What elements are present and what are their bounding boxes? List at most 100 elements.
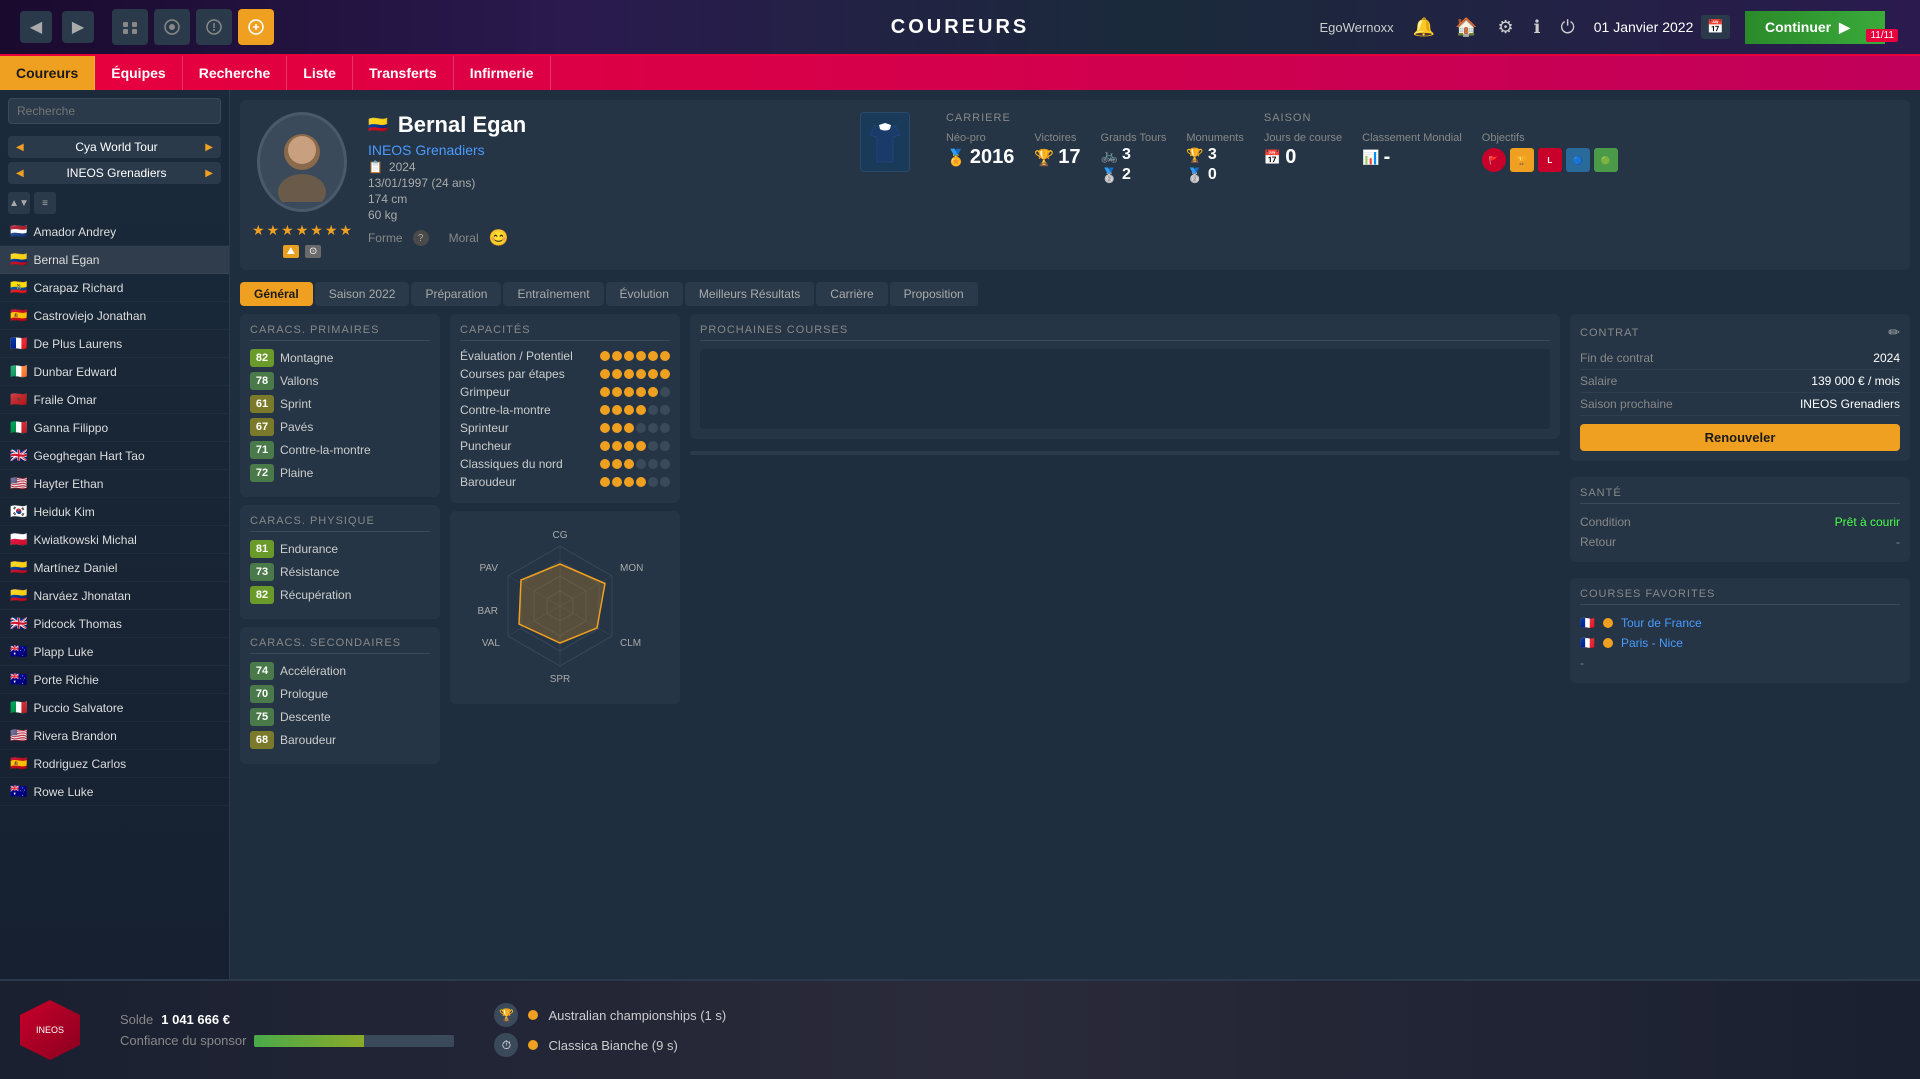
tab-infirmerie[interactable]: Infirmerie [454,56,551,90]
rider-item[interactable]: 🇦🇺Plapp Luke [0,638,229,666]
filter-ineos[interactable]: ◀ INEOS Grenadiers ▶ [8,162,221,184]
rider-item[interactable]: 🇨🇴Martínez Daniel [0,554,229,582]
stat-label: Endurance [280,542,338,556]
section-tab-général[interactable]: Général [240,282,313,306]
stat-row: 61Sprint [250,395,430,413]
tab-recherche[interactable]: Recherche [183,56,288,90]
section-tab-carrière[interactable]: Carrière [816,282,887,306]
team-link[interactable]: INEOS Grenadiers [368,142,844,158]
rider-item[interactable]: 🇰🇷Heiduk Kim [0,498,229,526]
section-tabs: GénéralSaison 2022PréparationEntraînemen… [240,282,1910,306]
dot-filled [612,459,622,469]
rider-item[interactable]: 🇨🇴Bernal Egan [0,246,229,274]
tab-coureurs[interactable]: Coureurs [0,56,95,90]
module-icon-1[interactable] [112,9,148,45]
rider-item[interactable]: 🇬🇧Pidcock Thomas [0,610,229,638]
calendar-icon[interactable]: 📅 [1701,15,1730,39]
classement-stat: Classement Mondial 📊 - [1362,132,1462,172]
rider-flag: 🇪🇨 [10,279,27,296]
stat-row: 71Contre-la-montre [250,441,430,459]
radar-chart: CG MON CLM SPR VAL PAV BAR [460,521,660,691]
section-tab-entraînement[interactable]: Entraînement [503,282,603,306]
sidebar: ◀ Cya World Tour ▶ ◀ INEOS Grenadiers ▶ … [0,90,230,979]
section-tab-préparation[interactable]: Préparation [411,282,501,306]
rider-item[interactable]: 🇪🇸Castroviejo Jonathan [0,302,229,330]
continue-button[interactable]: Continuer ▶ [1745,11,1885,44]
radar-section: CG MON CLM SPR VAL PAV BAR [450,511,680,704]
filter-arrow-right: ▶ [205,142,213,153]
rider-item[interactable]: 🇳🇱Amador Andrey [0,218,229,246]
dot-empty [648,477,658,487]
home-icon[interactable]: 🏠 [1451,13,1481,42]
renew-button[interactable]: Renouveler [1580,424,1900,451]
cap-row: Puncheur [460,439,670,453]
dot-filled [600,369,610,379]
rider-item[interactable]: 🇺🇸Rivera Brandon [0,722,229,750]
neopro-stat: Néo-pro 🏅 2016 [946,132,1014,184]
race-result-row: ⏱ Classica Bianche (9 s) [494,1033,1900,1057]
module-icon-4[interactable] [238,9,274,45]
sort-icon-1[interactable]: ▲▼ [8,192,30,214]
tab-equipes[interactable]: Équipes [95,56,182,90]
jours-stat: Jours de course 📅 0 [1264,132,1342,172]
tab-transferts[interactable]: Transferts [353,56,454,90]
stat-row: 67Pavés [250,418,430,436]
filter-cya-world-tour[interactable]: ◀ Cya World Tour ▶ [8,136,221,158]
contract-section: CONTRAT ✏ Fin de contrat 2024 Salaire 13… [1570,314,1910,461]
section-tab-évolution[interactable]: Évolution [606,282,683,306]
rider-item[interactable]: 🇦🇺Porte Richie [0,666,229,694]
race-icon: 🏆 [494,1003,518,1027]
rider-item[interactable]: 🇮🇹Puccio Salvatore [0,694,229,722]
sort-icon-2[interactable]: ≡ [34,192,56,214]
birthdate-row: 13/01/1997 (24 ans) [368,176,844,190]
prochaines-section: PROCHAINES COURSES [690,314,1560,439]
module-icon-2[interactable] [154,9,190,45]
stat-label: Descente [280,710,331,724]
top-bar: ◀ ▶ COUREURS EgoWernoxx 🔔 🏠 ⚙ ℹ ⏻ [0,0,1920,56]
section-tab-saison-2022[interactable]: Saison 2022 [315,282,410,306]
cap-dots [600,459,670,469]
rider-item[interactable]: 🇫🇷De Plus Laurens [0,330,229,358]
race-result-row: 🏆 Australian championships (1 s) [494,1003,1900,1027]
rider-item[interactable]: 🇨🇴Narváez Jhonatan [0,582,229,610]
dot-empty [660,459,670,469]
settings-icon[interactable]: ⚙ [1494,13,1518,42]
module-icon-3[interactable] [196,9,232,45]
notification-icon[interactable]: 🔔 [1409,13,1439,42]
cap-dots [600,423,670,433]
top-bar-right: EgoWernoxx 🔔 🏠 ⚙ ℹ ⏻ 01 Janvier 2022 📅 C… [1319,11,1900,44]
rider-item[interactable]: 🇲🇦Fraile Omar [0,386,229,414]
dot-filled [600,387,610,397]
info-icon[interactable]: ℹ [1530,13,1545,42]
physique-section: CARACS. PHYSIQUE 81Endurance73Résistance… [240,505,440,619]
tab-liste[interactable]: Liste [287,56,353,90]
svg-text:SPR: SPR [550,674,571,685]
rider-item[interactable]: 🇮🇹Ganna Filippo [0,414,229,442]
contract-edit-icon[interactable]: ✏ [1888,324,1900,341]
rider-item[interactable]: 🇪🇨Carapaz Richard [0,274,229,302]
rider-item[interactable]: 🇮🇪Dunbar Edward [0,358,229,386]
obj-icon-2: 🏆 [1510,148,1534,172]
rider-item[interactable]: 🇺🇸Hayter Ethan [0,470,229,498]
section-tab-proposition[interactable]: Proposition [890,282,978,306]
rider-item[interactable]: 🇬🇧Geoghegan Hart Tao [0,442,229,470]
fav-flag: 🇫🇷 [1580,616,1595,630]
player-photo [257,112,347,212]
mon-icon-2: 🥈 [1186,167,1203,184]
section-tab-meilleurs-résultats[interactable]: Meilleurs Résultats [685,282,814,306]
rider-item[interactable]: 🇦🇺Rowe Luke [0,778,229,806]
cap-row: Évaluation / Potentiel [460,349,670,363]
fav-name[interactable]: Tour de France [1621,616,1702,630]
rider-item[interactable]: 🇪🇸Rodriguez Carlos [0,750,229,778]
rider-item[interactable]: 🇵🇱Kwiatkowski Michal [0,526,229,554]
dot-filled [600,423,610,433]
stat-row: 72Plaine [250,464,430,482]
fav-name[interactable]: Paris - Nice [1621,636,1683,650]
power-icon[interactable]: ⏻ [1557,13,1579,42]
rider-name: Amador Andrey [33,225,116,239]
forward-button[interactable]: ▶ [62,11,94,43]
back-button[interactable]: ◀ [20,11,52,43]
search-input[interactable] [8,98,221,124]
cap-dots [600,351,670,361]
stats-mid-col: CAPACITÉS Évaluation / PotentielCourses … [450,314,680,764]
